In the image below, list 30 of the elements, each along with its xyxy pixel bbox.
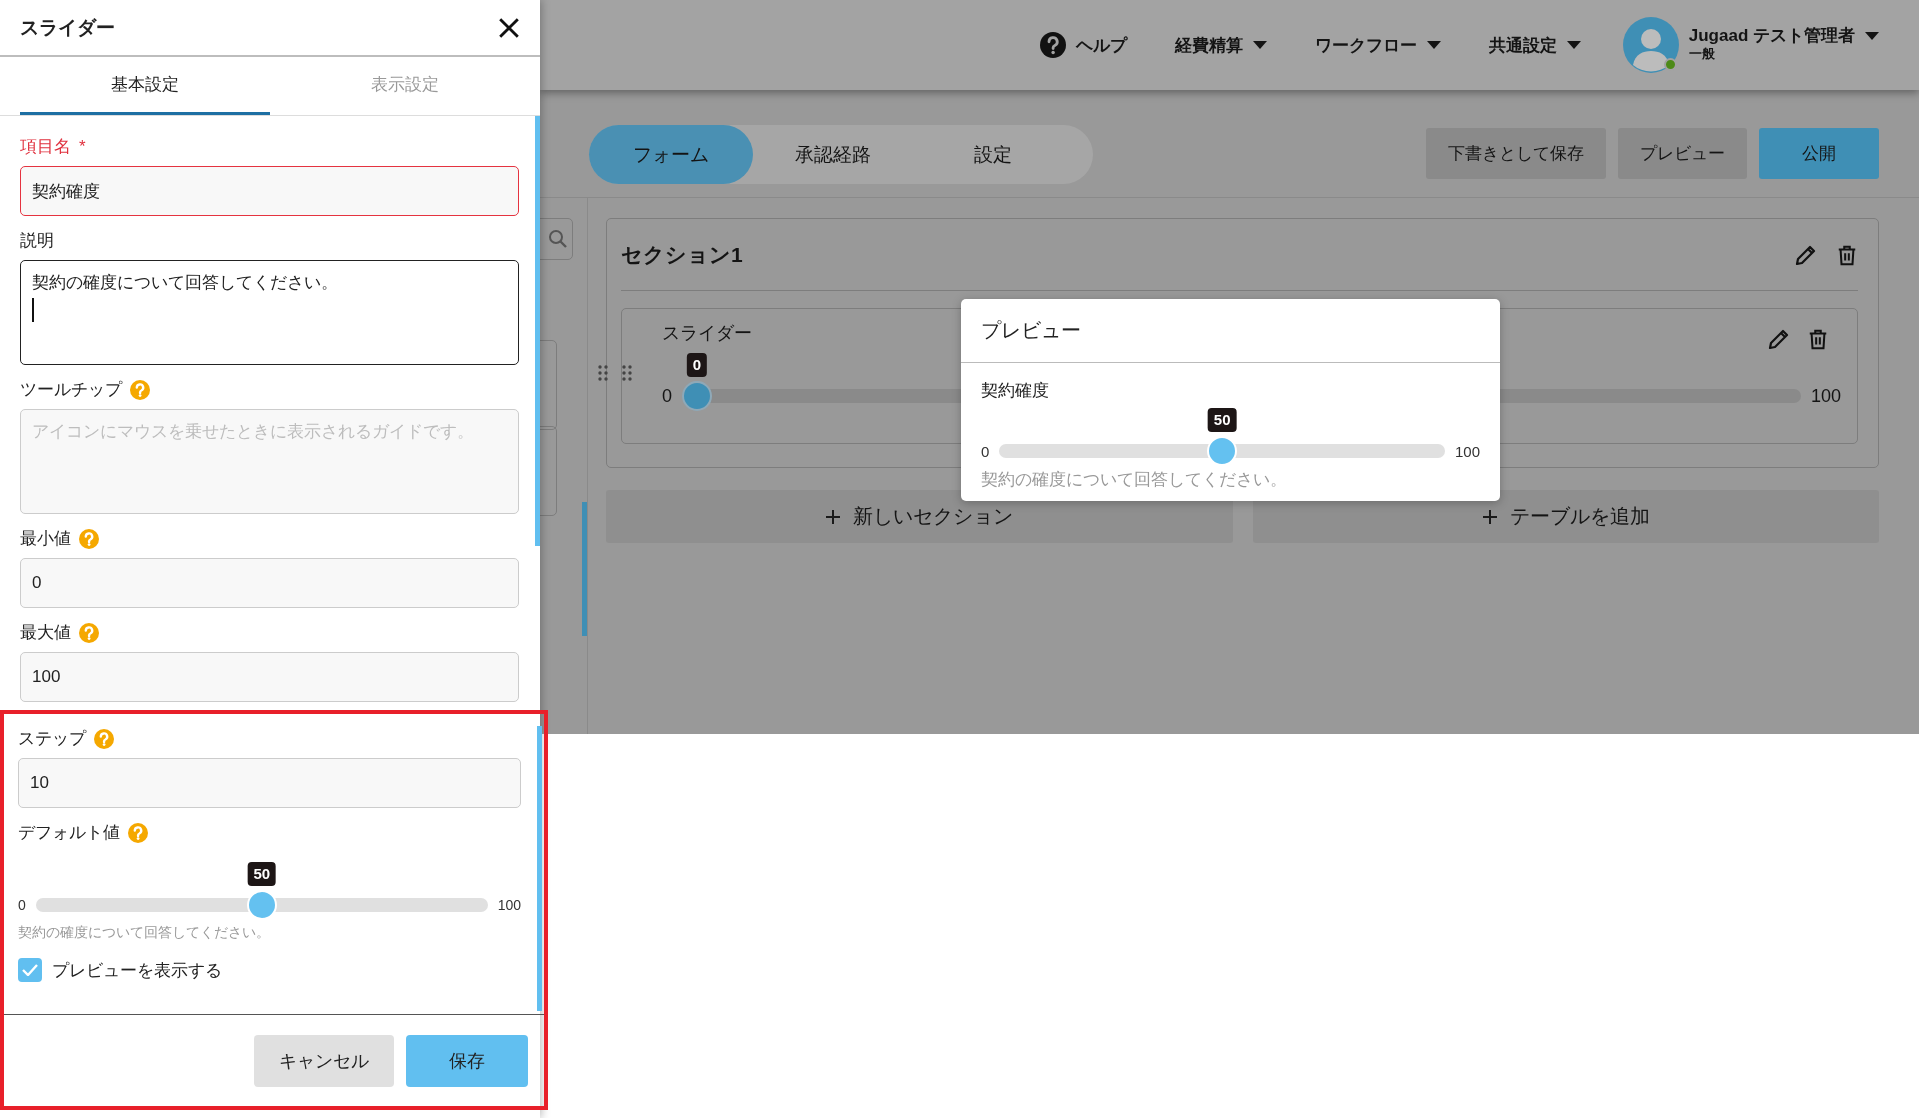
nav-label: 経費精算 [1174,34,1243,57]
max-label: 100 [1454,442,1480,460]
field-label: 最小値 [20,528,71,550]
field-label: ステップ [18,728,86,750]
min-label: 0 [662,385,672,407]
min-label: 0 [18,897,26,913]
field-label: 項目名 [20,136,71,158]
nav-label: 共通設定 [1488,34,1557,57]
max-label: 100 [1810,385,1841,407]
required-mark: * [79,136,86,158]
field-label: デフォルト値 [18,822,120,844]
helper-text: 契約の確度について回答してください。 [981,469,1288,491]
field-label: ツールチップ [20,379,122,401]
user-role: 一般 [1688,45,1716,63]
field-label: 説明 [20,230,54,252]
value-tooltip: 0 [686,353,708,377]
helper-text: 契約の確度について回答してください。 [18,924,271,942]
section-title: セクション1 [621,241,743,268]
checkbox-label: プレビューを表示する [52,959,222,982]
nav-label: ヘルプ [1075,34,1127,57]
field-label: 最大値 [20,622,71,644]
field-label: スライダー [662,322,752,345]
max-label: 100 [497,897,521,913]
value-tooltip: 50 [247,862,277,886]
field-label: 契約確度 [981,380,1050,402]
nav-label: ワークフロー [1314,34,1417,57]
popup-title: プレビュー [961,299,1500,363]
min-label: 0 [981,442,990,460]
panel-title: スライダー [20,15,115,40]
value-tooltip: 50 [1207,408,1237,432]
